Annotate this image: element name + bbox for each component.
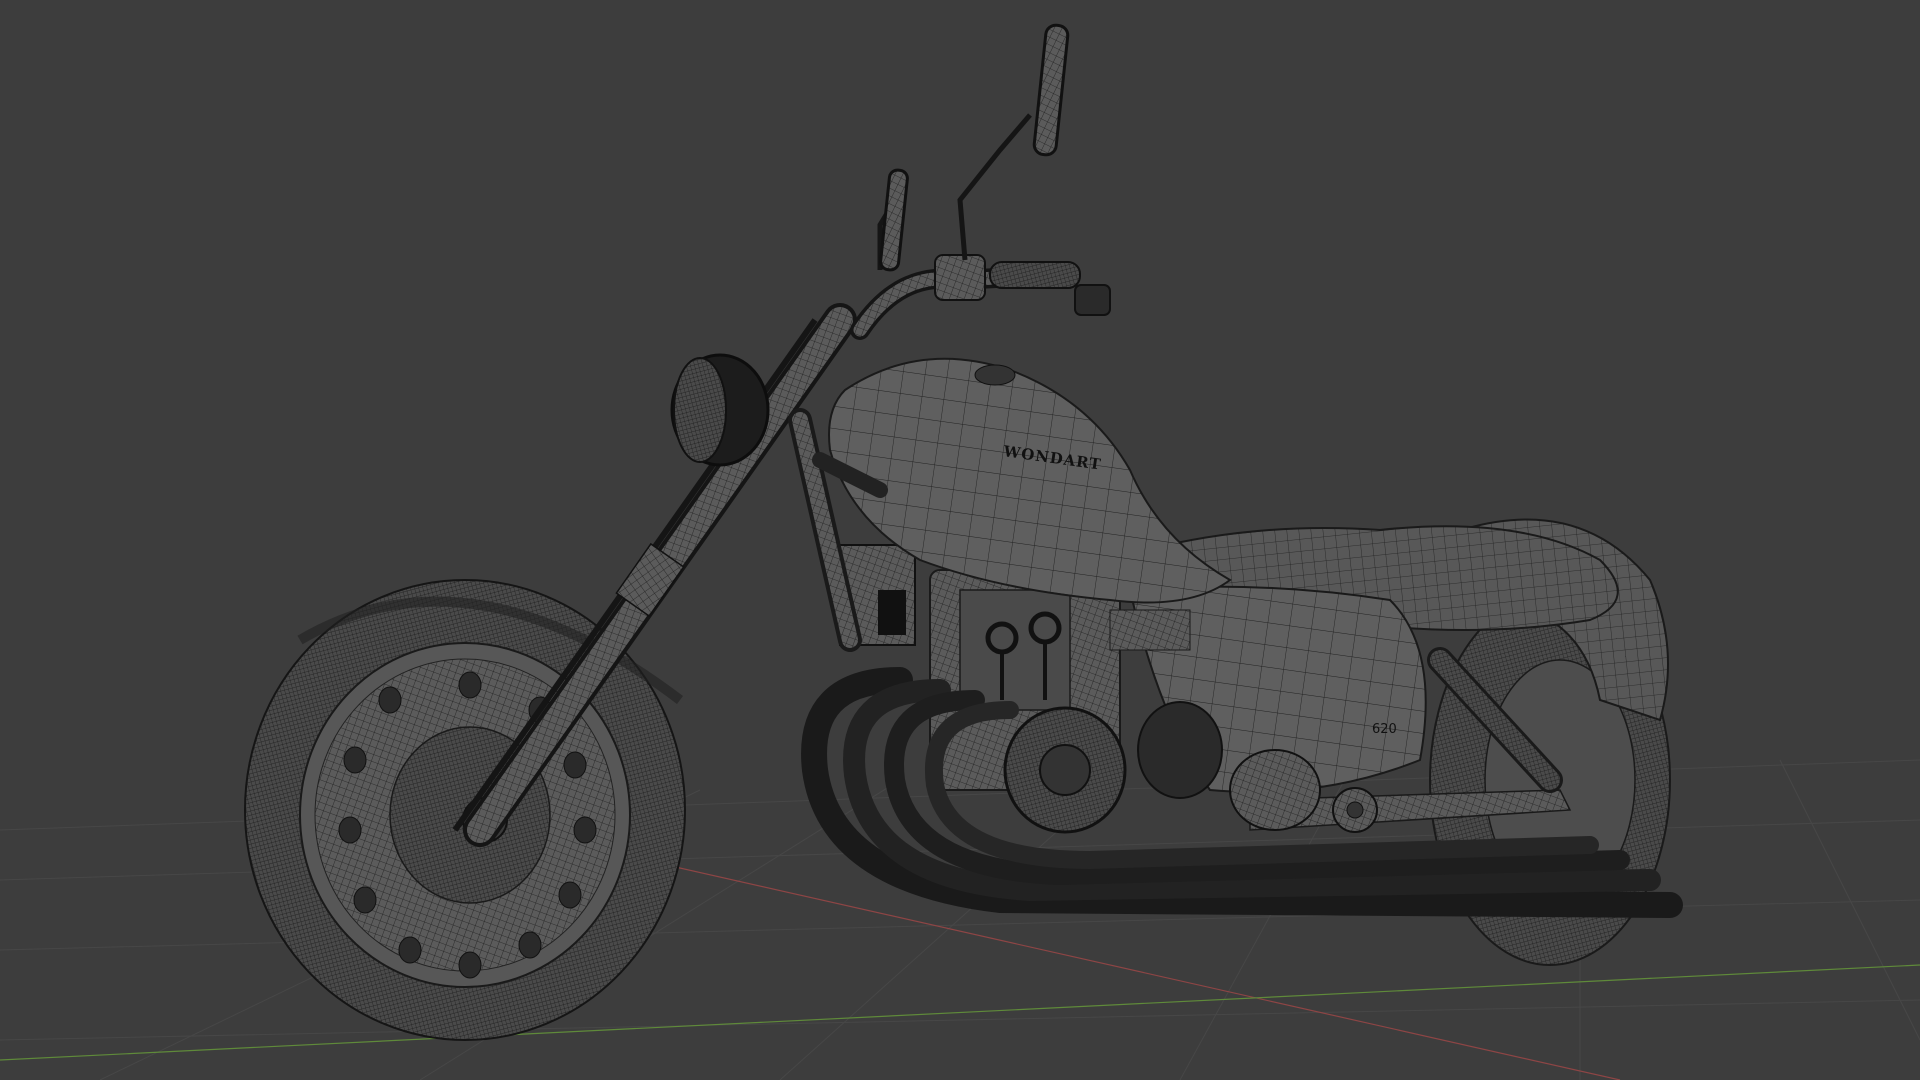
motorcycle-model[interactable]: 620 WONDART [244,23,1683,1041]
headlight [670,353,770,467]
mirrors [877,23,1070,272]
y-axis-line [0,964,1920,1061]
3d-viewport[interactable]: 620 WONDART [0,0,1920,1080]
side-badge: 620 [1372,722,1397,737]
